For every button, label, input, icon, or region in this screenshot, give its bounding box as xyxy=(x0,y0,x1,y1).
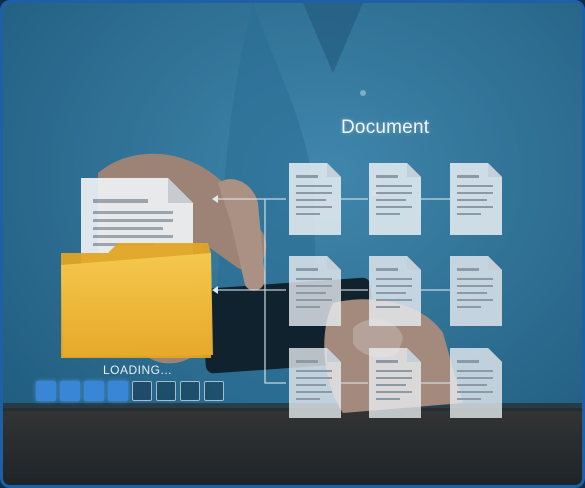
document-grid xyxy=(289,163,502,418)
progress-segment xyxy=(108,381,128,401)
progress-segment xyxy=(180,381,200,401)
image-frame: Document LOADING... xyxy=(0,0,585,488)
progress-segment xyxy=(132,381,152,401)
progress-segment xyxy=(84,381,104,401)
progress-segment xyxy=(60,381,80,401)
photo-scene xyxy=(3,3,582,485)
progress-segment xyxy=(36,381,56,401)
loading-label: LOADING... xyxy=(103,363,173,377)
document-title: Document xyxy=(341,117,430,138)
loading-progress-bar xyxy=(36,381,224,401)
folder-icon xyxy=(61,243,213,358)
progress-segment xyxy=(156,381,176,401)
progress-segment xyxy=(204,381,224,401)
